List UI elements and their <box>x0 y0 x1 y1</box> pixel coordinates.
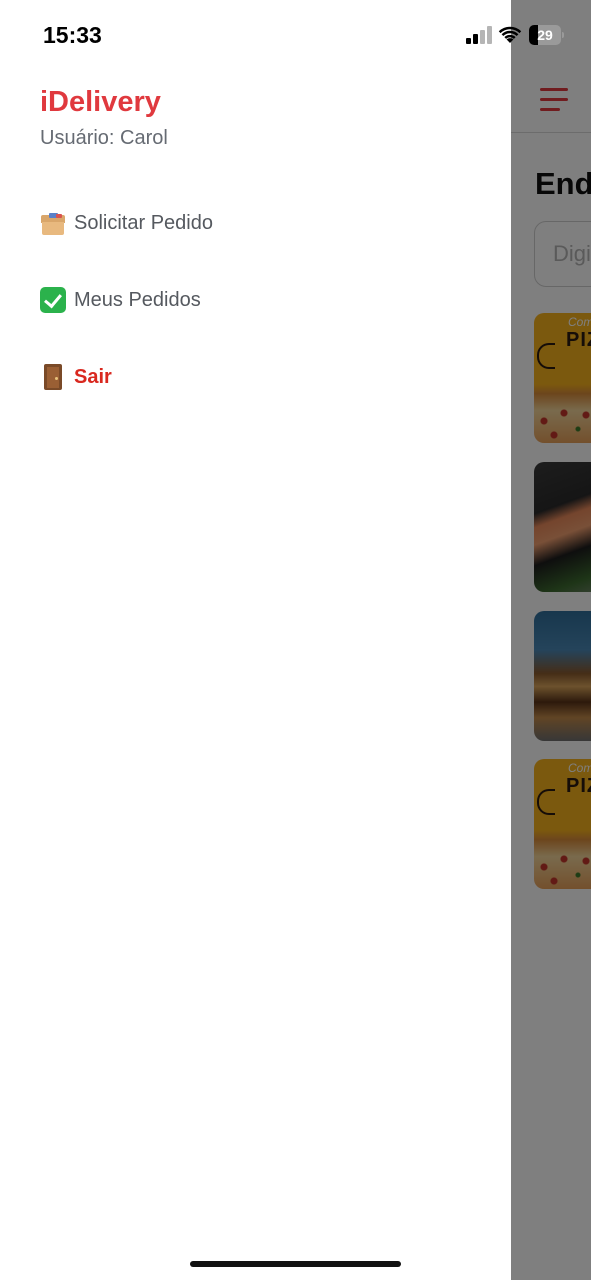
navigation-drawer: iDelivery Usuário: Carol Solicitar Pedid… <box>0 0 511 1280</box>
nav-item-label: Sair <box>74 365 112 388</box>
nav-item-meus-pedidos[interactable]: Meus Pedidos <box>40 285 201 315</box>
home-indicator[interactable] <box>190 1261 401 1267</box>
nav-item-label: Meus Pedidos <box>74 288 201 311</box>
signal-bar <box>473 34 478 44</box>
battery-percentage: 29 <box>537 27 553 43</box>
signal-bar <box>480 30 485 44</box>
cellular-signal-icon <box>466 26 492 44</box>
nav-item-label: Solicitar Pedido <box>74 211 213 234</box>
nav-item-solicitar-pedido[interactable]: Solicitar Pedido <box>40 208 213 238</box>
door-icon <box>40 364 66 390</box>
user-label: Usuário: Carol <box>40 127 168 149</box>
nav-item-sair[interactable]: Sair <box>40 362 112 392</box>
package-icon <box>40 210 66 236</box>
screen: End Digi Com PIZ Com PIZ iDelivery Usuár… <box>0 0 591 1280</box>
status-bar: 15:33 29 <box>0 0 591 66</box>
status-time: 15:33 <box>43 22 102 48</box>
wifi-icon <box>498 26 522 43</box>
check-mark-icon <box>40 287 66 313</box>
signal-bar <box>487 26 492 44</box>
app-title: iDelivery <box>40 86 161 118</box>
battery-icon: 29 <box>529 25 565 45</box>
signal-bar <box>466 38 471 44</box>
